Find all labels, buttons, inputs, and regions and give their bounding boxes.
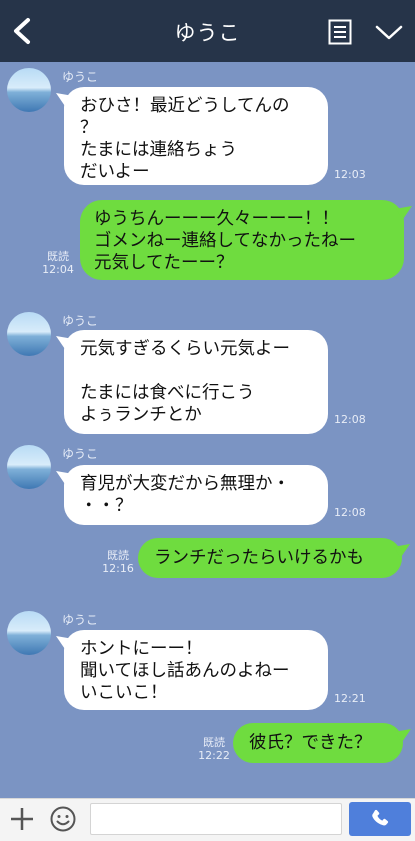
- incoming-message-bubble[interactable]: おひさ！最近どうしてんの ？ たまには連絡ちょう だいよー: [64, 87, 328, 185]
- message-time: 12:04: [42, 263, 74, 276]
- smiley-icon[interactable]: [50, 806, 76, 832]
- message-time: 12:22: [198, 749, 230, 762]
- read-receipt: 既読 12:22: [198, 736, 230, 762]
- sender-name: ゆうこ: [62, 70, 99, 84]
- outgoing-message-bubble[interactable]: ランチだったらいけるかも: [138, 538, 402, 578]
- chat-title: ゆうこ: [174, 21, 241, 45]
- message-time: 12:08: [334, 413, 366, 426]
- message-time: 12:16: [102, 562, 134, 575]
- sender-name: ゆうこ: [62, 613, 99, 627]
- read-label: 既読: [203, 736, 225, 749]
- notes-icon[interactable]: [328, 19, 352, 45]
- avatar[interactable]: [7, 68, 51, 112]
- outgoing-message-bubble[interactable]: ゆうちんーーー久々ーーー！！ ゴメンねー連絡してなかったねー 元気してたーー？: [80, 200, 404, 280]
- message-time: 12:21: [334, 692, 366, 705]
- avatar[interactable]: [7, 445, 51, 489]
- chat-header: ゆうこ: [0, 0, 415, 62]
- message-input[interactable]: [90, 803, 342, 835]
- read-receipt: 既読 12:04: [42, 250, 74, 276]
- sender-name: ゆうこ: [62, 314, 99, 328]
- read-label: 既読: [47, 250, 69, 263]
- message-input-bar: [0, 798, 415, 841]
- incoming-message-bubble[interactable]: 元気すぎるくらい元気よー たまには食べに行こう よぅランチとか: [64, 330, 328, 434]
- call-button[interactable]: [349, 802, 411, 836]
- incoming-message-bubble[interactable]: ホントにーー！ 聞いてほし話あんのよねー いこいこ！: [64, 630, 328, 710]
- message-list[interactable]: ゆうこ おひさ！最近どうしてんの ？ たまには連絡ちょう だいよー 12:03 …: [0, 62, 415, 798]
- read-label: 既読: [107, 549, 129, 562]
- phone-icon: [372, 809, 389, 826]
- message-time: 12:08: [334, 506, 366, 519]
- message-time: 12:03: [334, 168, 366, 181]
- avatar[interactable]: [7, 312, 51, 356]
- avatar[interactable]: [7, 611, 51, 655]
- chevron-down-icon[interactable]: [374, 22, 404, 42]
- read-receipt: 既読 12:16: [102, 549, 134, 575]
- outgoing-message-bubble[interactable]: 彼氏？できた？: [233, 723, 403, 763]
- plus-icon[interactable]: [10, 807, 34, 831]
- incoming-message-bubble[interactable]: 育児が大変だから無理か・ ・・？: [64, 465, 328, 525]
- sender-name: ゆうこ: [62, 447, 99, 461]
